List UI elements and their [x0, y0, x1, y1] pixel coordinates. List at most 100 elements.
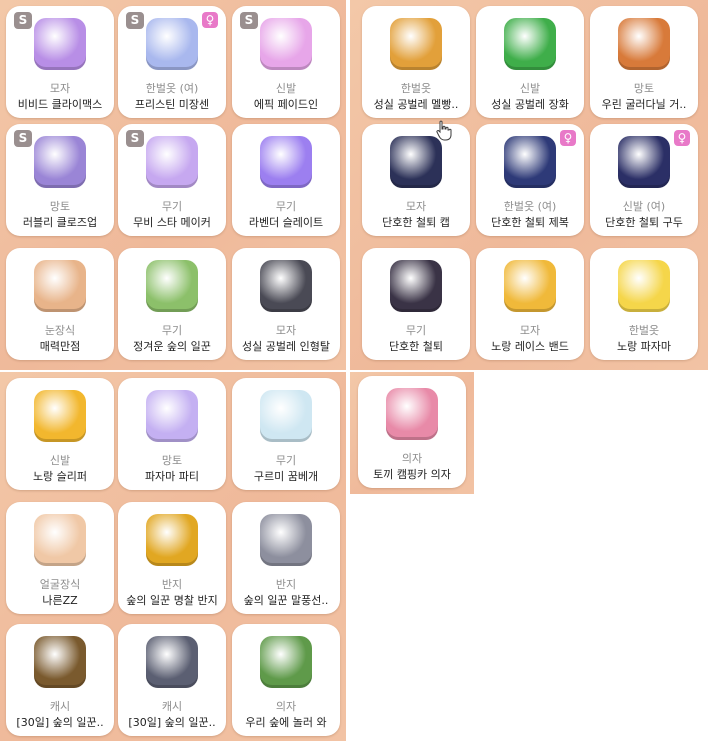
- item-card[interactable]: 한벌옷 노랑 파자마: [590, 248, 698, 360]
- item-card[interactable]: 의자우리 숲에 놀러 와: [232, 624, 340, 736]
- item-name: 무비 스타 메이커: [133, 216, 211, 229]
- item-name: 라벤더 슬레이트: [248, 216, 324, 229]
- female-only-badge: ♀: [674, 130, 690, 146]
- item-card[interactable]: 캐시 [30일] 숲의 일꾼..: [118, 624, 226, 736]
- item-category: 캐시: [161, 700, 183, 713]
- hand-cursor-icon: [436, 120, 452, 141]
- gold-ring-icon: [146, 514, 198, 566]
- item-name: 단호한 철퇴: [388, 340, 444, 353]
- face-accessory-icon: [34, 514, 86, 566]
- camper-chair-icon: [386, 388, 438, 440]
- item-name: 러블리 클로즈업: [22, 216, 98, 229]
- item-category: 신발: [519, 82, 541, 95]
- silver-ring-icon: [260, 514, 312, 566]
- item-card[interactable]: ♀ 한벌옷 (여) 단호한 철퇴 제복: [476, 124, 584, 236]
- item-card[interactable]: 눈장식 매력만점: [6, 248, 114, 360]
- item-name: 나른ZZ: [42, 594, 78, 607]
- item-name: 우린 굴러다닐 거..: [601, 98, 687, 111]
- dress-icon: [146, 18, 198, 70]
- item-name: 성실 공벌레 장화: [491, 98, 569, 111]
- item-name: 단호한 철퇴 캡: [382, 216, 450, 229]
- item-name: 토끼 캠핑카 의자: [373, 468, 451, 481]
- item-category: 얼굴장식: [39, 578, 81, 591]
- cap-icon: [390, 136, 442, 188]
- item-category: 무기: [275, 454, 297, 467]
- item-category: 무기: [405, 324, 427, 337]
- item-card[interactable]: 모자노랑 레이스 밴드: [476, 248, 584, 360]
- item-category: 무기: [161, 324, 183, 337]
- clapperboard-icon: [260, 136, 312, 188]
- item-category: 의자: [275, 700, 297, 713]
- moon-cape-icon: [146, 390, 198, 442]
- item-category: 망토: [633, 82, 655, 95]
- item-card[interactable]: S 신발 에픽 페이드인: [232, 6, 340, 118]
- item-category: 망토: [49, 200, 71, 213]
- item-category: 한벌옷 (여): [503, 200, 557, 213]
- eye-accessory-icon: [34, 260, 86, 312]
- item-category: 모자: [275, 324, 297, 337]
- item-name: 성실 공벌레 인형탈: [242, 340, 330, 353]
- item-category: 망토: [161, 454, 183, 467]
- shoe-icon: [618, 136, 670, 188]
- camera-icon: [34, 136, 86, 188]
- cloud-pillow-icon: [260, 390, 312, 442]
- item-name: 정겨운 숲의 일꾼: [133, 340, 211, 353]
- item-card[interactable]: 얼굴장식나른ZZ: [6, 502, 114, 614]
- item-category: 모자: [405, 200, 427, 213]
- item-category: 신발 (여): [622, 200, 666, 213]
- item-card[interactable]: 의자토끼 캠핑카 의자: [358, 376, 466, 488]
- silver-nametag-icon: [146, 636, 198, 688]
- item-card[interactable]: ♀ 신발 (여) 단호한 철퇴 구두: [590, 124, 698, 236]
- item-name: 단호한 철퇴 구두: [605, 216, 683, 229]
- item-category: 한벌옷: [400, 82, 432, 95]
- rake-icon: [146, 260, 198, 312]
- item-name: [30일] 숲의 일꾼..: [128, 716, 216, 729]
- item-name: 구르미 꿈베개: [253, 470, 319, 483]
- item-category: 한벌옷 (여): [145, 82, 199, 95]
- item-category: 반지: [161, 578, 183, 591]
- item-name: 파자마 파티: [144, 470, 200, 483]
- item-name: 노랑 레이스 밴드: [491, 340, 569, 353]
- item-category: 의자: [401, 452, 423, 465]
- bug-hat-icon: [260, 260, 312, 312]
- special-s-badge: S: [240, 12, 258, 29]
- item-name: [30일] 숲의 일꾼..: [16, 716, 104, 729]
- special-s-badge: S: [14, 130, 32, 147]
- item-card[interactable]: 한벌옷 성실 공벌레 멜빵..: [362, 6, 470, 118]
- sneaker-icon: [260, 18, 312, 70]
- item-name: 노랑 슬리퍼: [32, 470, 88, 483]
- female-only-badge: ♀: [560, 130, 576, 146]
- item-category: 무기: [275, 200, 297, 213]
- item-name: 단호한 철퇴 제복: [491, 216, 569, 229]
- female-only-badge: ♀: [202, 12, 218, 28]
- purple-visor-icon: [34, 18, 86, 70]
- item-card[interactable]: S ♀ 한벌옷 (여) 프리스틴 미장센: [118, 6, 226, 118]
- item-card[interactable]: 신발성실 공벌레 장화: [476, 6, 584, 118]
- balls-icon: [618, 18, 670, 70]
- item-category: 한벌옷: [628, 324, 660, 337]
- item-card[interactable]: 망토파자마 파티: [118, 378, 226, 490]
- megaphone-icon: [146, 136, 198, 188]
- item-name: 매력만점: [39, 340, 81, 353]
- item-card[interactable]: 반지 숲의 일꾼 말풍선..: [232, 502, 340, 614]
- item-card[interactable]: 무기라벤더 슬레이트: [232, 124, 340, 236]
- item-card[interactable]: S 망토러블리 클로즈업: [6, 124, 114, 236]
- item-card[interactable]: 신발 노랑 슬리퍼: [6, 378, 114, 490]
- pajama-icon: [618, 260, 670, 312]
- uniform-icon: [504, 136, 556, 188]
- item-category: 모자: [519, 324, 541, 337]
- item-card[interactable]: 반지 숲의 일꾼 명찰 반지: [118, 502, 226, 614]
- item-card[interactable]: 무기정겨운 숲의 일꾼: [118, 248, 226, 360]
- overall-icon: [390, 18, 442, 70]
- item-card[interactable]: 무기구르미 꿈베개: [232, 378, 340, 490]
- item-card[interactable]: 무기단호한 철퇴: [362, 248, 470, 360]
- item-name: 숲의 일꾼 말풍선..: [243, 594, 329, 607]
- lace-band-icon: [504, 260, 556, 312]
- item-card[interactable]: 캐시 [30일] 숲의 일꾼..: [6, 624, 114, 736]
- item-name: 우리 숲에 놀러 와: [245, 716, 327, 729]
- item-card[interactable]: 망토우린 굴러다닐 거..: [590, 6, 698, 118]
- item-category: 신발: [275, 82, 297, 95]
- item-card[interactable]: 모자성실 공벌레 인형탈: [232, 248, 340, 360]
- item-card[interactable]: S 무기 무비 스타 메이커: [118, 124, 226, 236]
- item-card[interactable]: S 모자 비비드 클라이맥스: [6, 6, 114, 118]
